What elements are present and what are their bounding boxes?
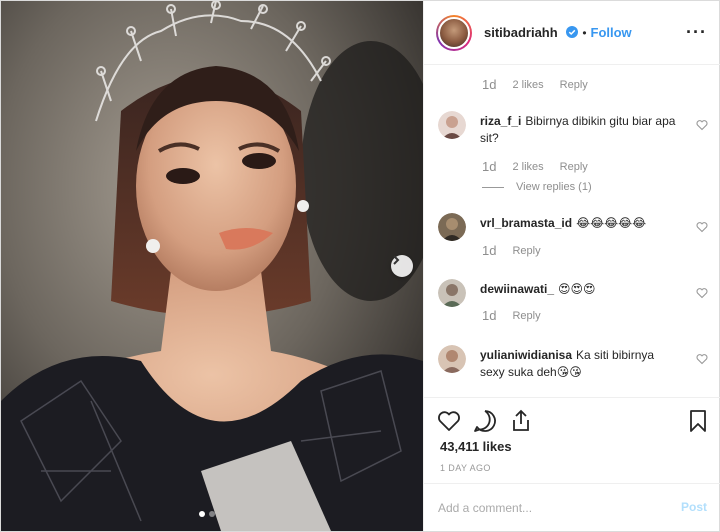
post-actions-bar [424, 397, 720, 443]
reply-button[interactable]: Reply [512, 245, 540, 257]
comment-body: yulianiwidianisa Ka siti bibirnya sexy su… [480, 347, 680, 381]
comment-username[interactable]: vrl_bramasta_id [480, 216, 572, 230]
add-comment-input[interactable] [438, 498, 658, 518]
comment-like-heart-icon[interactable] [696, 119, 708, 131]
view-replies-line [482, 186, 504, 188]
comment-item: riza_f_i Bibirnya dibikin gitu biar apa s… [438, 111, 708, 191]
next-slide-button[interactable] [391, 255, 413, 277]
post-header: sitibadriahh • Follow ··· [424, 1, 720, 65]
comment-time: 1d [482, 77, 497, 92]
reply-button[interactable]: Reply [560, 79, 588, 91]
username-link[interactable]: sitibadriahh [484, 25, 579, 40]
comment-body: vrl_bramasta_id 😂😂😂😂😂 [480, 215, 680, 232]
separator: • [582, 25, 587, 40]
comment-like-heart-icon[interactable] [696, 353, 708, 365]
avatar[interactable] [438, 279, 466, 307]
reply-button[interactable]: Reply [560, 161, 588, 173]
avatar[interactable] [436, 14, 472, 51]
avatar[interactable] [438, 213, 466, 241]
bookmark-icon[interactable] [685, 408, 711, 434]
comment-time: 1d [482, 159, 497, 174]
portrait-illustration [1, 1, 423, 531]
avatar-image [438, 16, 470, 49]
comment-meta: 1d 2 likes Reply [482, 159, 588, 174]
likes-count[interactable]: 43,411 likes [440, 439, 512, 454]
chevron-right-icon [393, 255, 400, 265]
avatar[interactable] [438, 111, 466, 139]
comment-likes[interactable]: 2 likes [512, 79, 543, 91]
add-comment-bar: Post [424, 483, 720, 531]
comment-body: dewiinawati_ 😍😍😍 [480, 281, 680, 298]
comment-time: 1d [482, 308, 497, 323]
comment-item: yulianiwidianisa Ka siti bibirnya sexy su… [438, 345, 708, 397]
comment-item: vrl_bramasta_id 😂😂😂😂😂 [438, 213, 708, 273]
post-photo[interactable] [1, 1, 423, 531]
carousel-indicator [199, 511, 215, 517]
comment-meta: 1d 2 likes Reply [482, 77, 588, 92]
comment-likes[interactable]: 2 likes [512, 161, 543, 173]
post-timestamp: 1 DAY AGO [440, 463, 491, 473]
comment-time: 1d [482, 243, 497, 258]
post-side-panel: sitibadriahh • Follow ··· 1d 2 likes Rep… [423, 1, 720, 531]
post-comment-button[interactable]: Post [681, 500, 707, 514]
comments-list[interactable]: 1d 2 likes Reply riza_f_i Bibirnya dibiki… [424, 65, 720, 397]
comment-username[interactable]: dewiinawati_ [480, 282, 554, 296]
reply-button[interactable]: Reply [512, 310, 540, 322]
comment-like-heart-icon[interactable] [696, 287, 708, 299]
comment-username[interactable]: riza_f_i [480, 114, 521, 128]
verified-badge-icon [566, 26, 579, 38]
speech-bubble-icon[interactable] [472, 408, 498, 434]
comment-text: 😂😂😂😂😂 [576, 216, 647, 230]
comment-like-heart-icon[interactable] [696, 221, 708, 233]
more-options-button[interactable]: ··· [686, 23, 707, 41]
comment-item: dewiinawati_ 😍😍😍 [438, 279, 708, 339]
comment-body: riza_f_i Bibirnya dibikin gitu biar apa s… [480, 113, 680, 147]
carousel-dot [209, 511, 215, 517]
comment-meta: 1d Reply [482, 308, 541, 323]
comment-meta: 1d Reply [482, 243, 541, 258]
share-icon[interactable] [508, 408, 534, 434]
view-replies-button[interactable]: View replies (1) [482, 181, 592, 193]
comment-text: 😍😍😍 [558, 282, 596, 296]
heart-icon[interactable] [436, 408, 462, 434]
carousel-dot-active [199, 511, 205, 517]
follow-button[interactable]: Follow [591, 25, 632, 40]
comment-username[interactable]: yulianiwidianisa [480, 348, 572, 362]
avatar[interactable] [438, 345, 466, 373]
view-replies-label: View replies (1) [516, 181, 592, 193]
username-text: sitibadriahh [484, 25, 558, 40]
instagram-post: sitibadriahh • Follow ··· 1d 2 likes Rep… [0, 0, 720, 532]
